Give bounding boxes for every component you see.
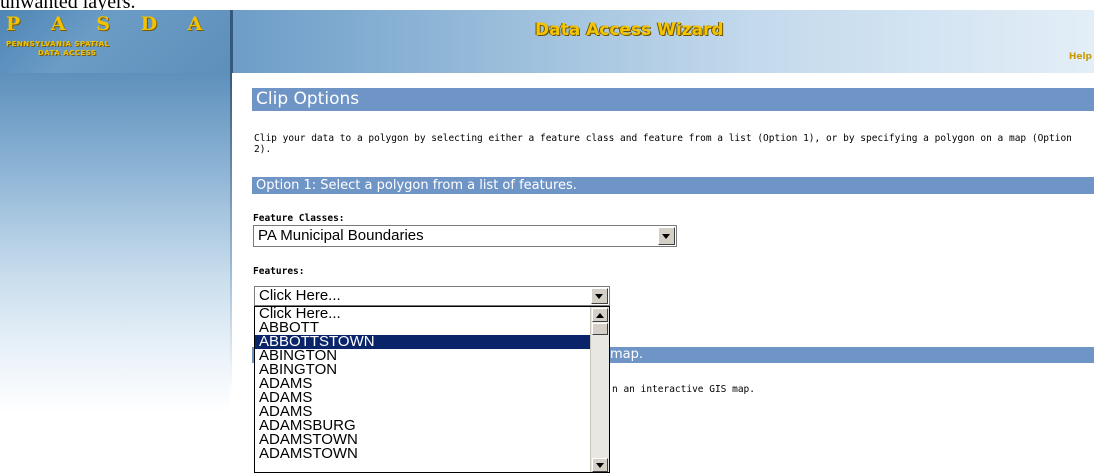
option1-heading: Option 1: Select a polygon from a list o… — [252, 177, 1094, 194]
wizard-title: Data Access Wizard — [535, 20, 724, 40]
feature-classes-dropdown-button[interactable] — [658, 227, 675, 245]
feature-classes-label: Feature Classes: — [253, 213, 345, 224]
features-value: Click Here... — [259, 287, 341, 304]
option2-heading-text: map. — [610, 347, 644, 362]
clip-options-intro: Clip your data to a polygon by selecting… — [254, 133, 1072, 155]
help-link[interactable]: Help — [1069, 52, 1092, 62]
option2-description: n an interactive GIS map. — [612, 384, 755, 395]
feature-classes-select[interactable]: PA Municipal Boundaries — [253, 225, 677, 247]
pasda-logo[interactable]: P A S D A PENNSYLVANIA SPATIAL DATA ACCE… — [0, 10, 232, 73]
header: P A S D A PENNSYLVANIA SPATIAL DATA ACCE… — [0, 10, 1094, 73]
chevron-up-icon — [596, 313, 604, 318]
logo-subtitle-line1: PENNSYLVANIA SPATIAL — [6, 40, 110, 48]
list-scrollbar[interactable] — [590, 307, 609, 472]
chevron-down-icon — [595, 294, 603, 299]
scroll-up-button[interactable] — [592, 308, 608, 322]
logo-letters: P A S D A — [6, 13, 215, 35]
left-decorative-strip — [0, 73, 232, 473]
header-banner: Data Access Wizard Help — [233, 10, 1094, 73]
clip-options-heading: Clip Options — [252, 88, 1094, 111]
list-item[interactable]: ADAMSTOWN — [255, 446, 609, 461]
scroll-thumb[interactable] — [592, 323, 608, 335]
features-select[interactable]: Click Here... — [254, 286, 610, 306]
feature-classes-value: PA Municipal Boundaries — [258, 227, 424, 244]
features-dropdown-list[interactable]: Click Here... ABBOTT ABBOTTSTOWN ABINGTO… — [254, 306, 610, 473]
chevron-down-icon — [662, 234, 670, 239]
features-label: Features: — [253, 266, 305, 277]
logo-subtitle-line2: DATA ACCESS — [38, 49, 97, 57]
features-dropdown-button[interactable] — [591, 288, 608, 304]
left-strip-divider — [230, 73, 232, 473]
chevron-down-icon — [596, 463, 604, 468]
scroll-down-button[interactable] — [592, 458, 608, 472]
